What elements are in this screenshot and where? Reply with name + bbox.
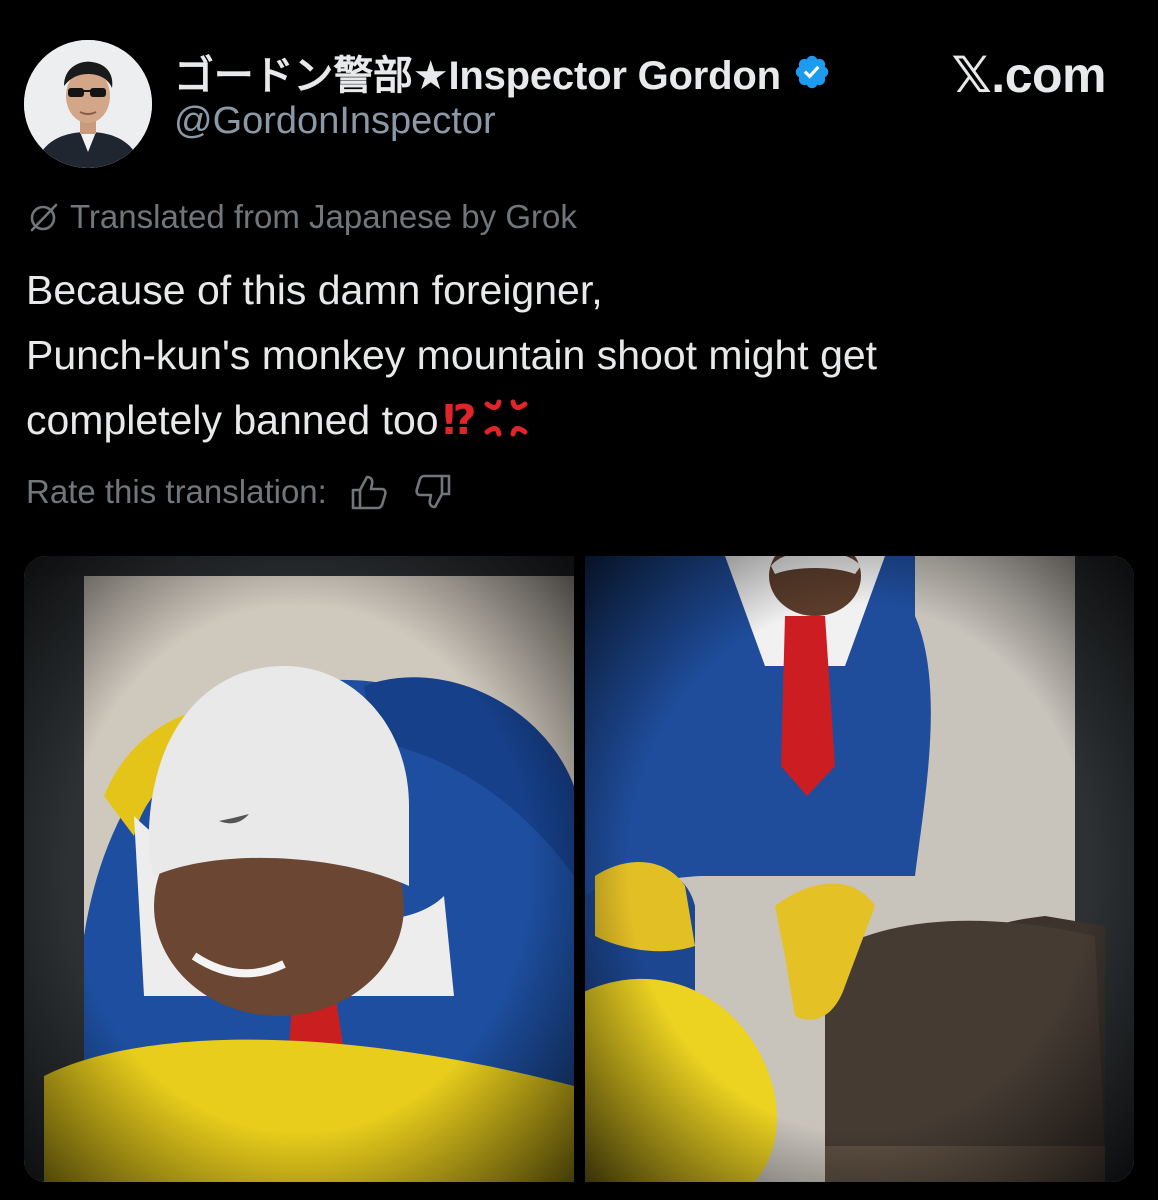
anger-symbol-icon: [483, 398, 529, 438]
thumbs-down-icon[interactable]: [411, 470, 455, 514]
media-photo-2[interactable]: [585, 556, 1134, 1182]
photo-2-image: [585, 556, 1134, 1182]
translation-slash-icon: [26, 199, 62, 235]
author-name-row[interactable]: ゴードン警部★Inspector Gordon: [174, 44, 831, 100]
author-display-name[interactable]: ゴードン警部★Inspector Gordon: [174, 43, 781, 101]
author-handle[interactable]: @GordonInspector: [174, 100, 496, 143]
verified-badge-icon: [793, 53, 831, 91]
post-text-line: completely banned too⁉: [26, 388, 1126, 453]
translation-notice[interactable]: Translated from Japanese by Grok: [26, 198, 577, 236]
rate-translation-row: Rate this translation:: [26, 470, 455, 514]
media-photo-1[interactable]: [24, 556, 574, 1182]
author-avatar[interactable]: [24, 40, 152, 168]
rate-translation-label: Rate this translation:: [26, 473, 327, 510]
photo-1-image: [24, 556, 574, 1182]
post-text: Because of this damn foreigner, Punch-ku…: [26, 258, 1126, 453]
translation-notice-text: Translated from Japanese by Grok: [70, 198, 577, 235]
site-brand-logo: 𝕏.com: [951, 47, 1107, 103]
post-text-line: Because of this damn foreigner,: [26, 267, 603, 313]
avatar-image: [24, 40, 152, 168]
post-media-grid: [24, 556, 1134, 1182]
post-text-line: Punch-kun's monkey mountain shoot might …: [26, 332, 878, 378]
post-text-segment: completely banned too: [26, 397, 439, 443]
thumbs-up-icon[interactable]: [347, 470, 391, 514]
exclamation-question-emoji: ⁉: [442, 397, 477, 443]
